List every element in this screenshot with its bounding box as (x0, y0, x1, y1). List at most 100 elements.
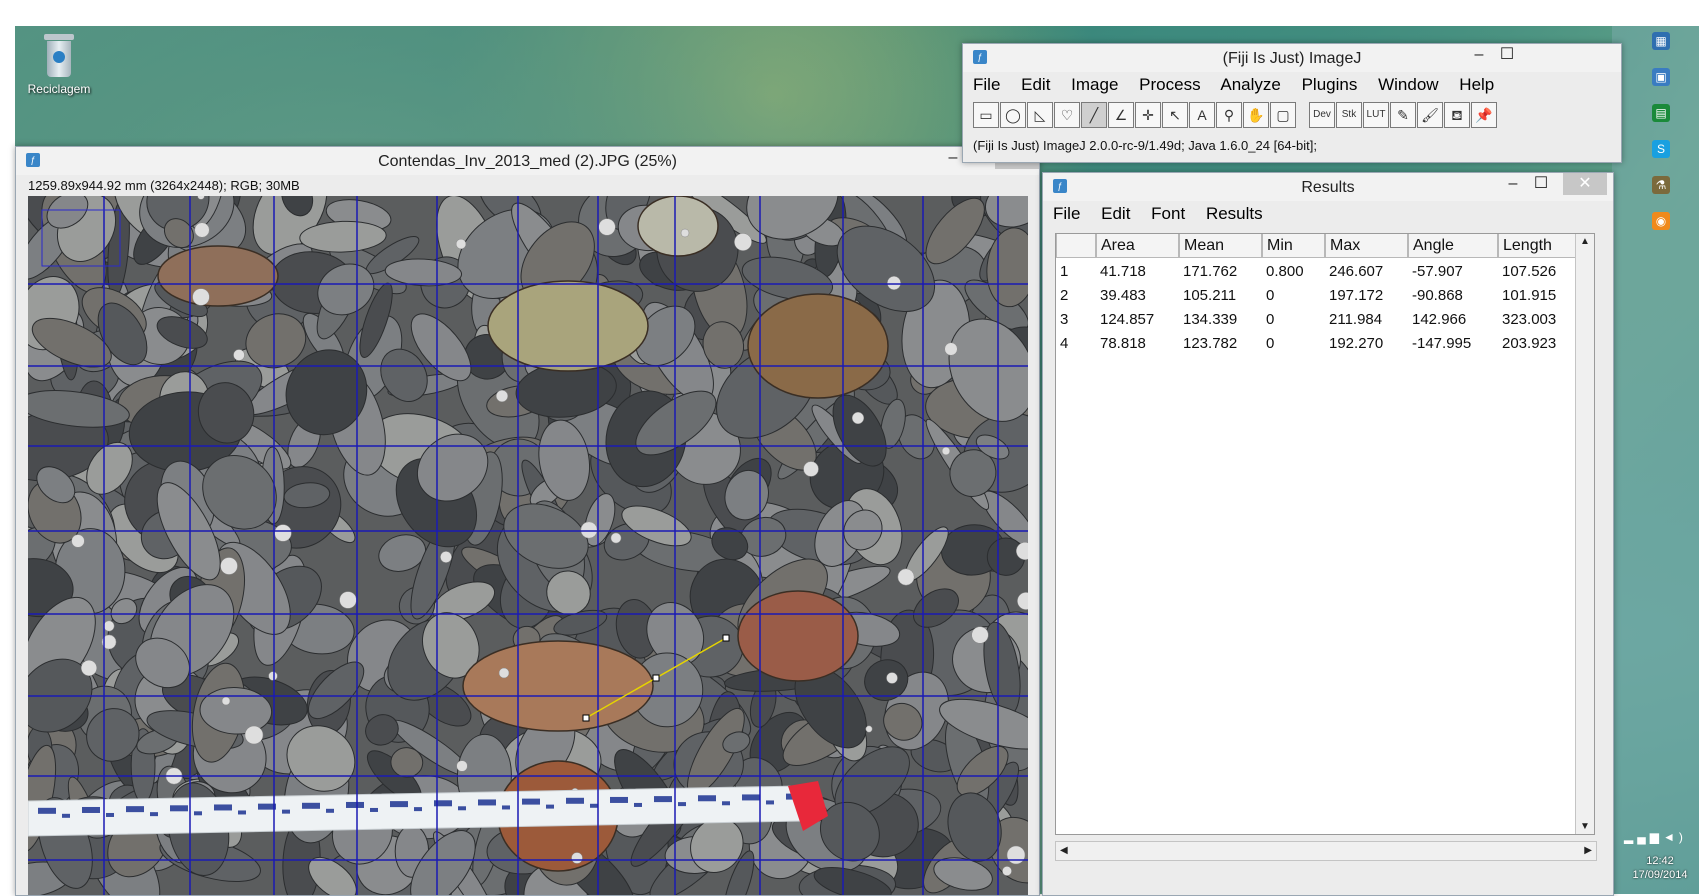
coloured-stone (462, 640, 654, 732)
shell-fragment (220, 557, 238, 575)
dev-tool-button[interactable]: Dev (1309, 102, 1335, 128)
desktop-app-icon[interactable]: ▣ (1652, 68, 1670, 86)
tape-mark (742, 794, 760, 801)
scroll-up-icon[interactable]: ▲ (1580, 236, 1590, 247)
scroll-down-icon[interactable]: ▼ (1580, 821, 1590, 832)
cell-length: 323.003 (1502, 311, 1557, 328)
imagej-title: (Fiji Is Just) ImageJ (1222, 50, 1362, 67)
network-icon[interactable]: ▂▄▆ (1624, 830, 1663, 844)
shell-fragment (339, 591, 357, 609)
polygon-tool-icon[interactable]: ◺ (1027, 102, 1053, 128)
table-row[interactable]: 2 39.483 105.211 0 197.172 -90.868 101.915 (1056, 284, 1576, 308)
minimize-button[interactable]: – (1499, 173, 1527, 195)
menu-window[interactable]: Window (1378, 75, 1438, 94)
wand-tool-icon[interactable]: ↖ (1162, 102, 1188, 128)
menu-plugins[interactable]: Plugins (1302, 75, 1358, 94)
system-tray[interactable]: ▂▄▆◄) (1624, 830, 1687, 844)
flood-fill-tool-icon[interactable]: ⛾ (1444, 102, 1470, 128)
table-row[interactable]: 1 41.718 171.762 0.800 246.607 -57.907 107.526 (1056, 260, 1576, 284)
cell-mean: 134.339 (1183, 311, 1238, 328)
cell-angle: 142.966 (1412, 311, 1467, 328)
cell-mean: 123.782 (1183, 335, 1238, 352)
text-tool-icon[interactable]: A (1189, 102, 1215, 128)
shell-fragment (498, 667, 510, 679)
shell-fragment (803, 461, 819, 477)
column-header-min[interactable]: Min (1262, 234, 1325, 258)
rectangle-tool-icon[interactable]: ▭ (973, 102, 999, 128)
stk-tool-button[interactable]: Stk (1336, 102, 1362, 128)
shell-fragment (865, 725, 873, 733)
tape-mark (282, 809, 290, 814)
shell-fragment (274, 524, 292, 542)
lut-tool-button[interactable]: LUT (1363, 102, 1389, 128)
tape-mark (766, 800, 774, 805)
fiji-taskbar-icon[interactable]: ⚗ (1652, 176, 1670, 194)
minimize-button[interactable]: – (1465, 44, 1493, 66)
angle-tool-icon[interactable]: ∠ (1108, 102, 1134, 128)
image-window[interactable]: ƒ Contendas_Inv_2013_med (2).JPG (25%) –… (15, 146, 1040, 896)
results-menu-font[interactable]: Font (1151, 204, 1185, 223)
line-tool-icon[interactable]: ╱ (1081, 102, 1107, 128)
imagej-titlebar[interactable]: ƒ (Fiji Is Just) ImageJ – ☐ (963, 44, 1621, 72)
maximize-button[interactable]: ☐ (1493, 44, 1521, 66)
image-window-titlebar[interactable]: ƒ Contendas_Inv_2013_med (2).JPG (25%) –… (16, 147, 1039, 175)
excel-icon[interactable]: ▤ (1652, 104, 1670, 122)
pebble-photo[interactable] (28, 196, 1028, 895)
oval-tool-icon[interactable]: ◯ (1000, 102, 1026, 128)
menu-edit[interactable]: Edit (1021, 75, 1050, 94)
menu-analyze[interactable]: Analyze (1220, 75, 1280, 94)
horizontal-scrollbar[interactable]: ◀ ▶ (1055, 841, 1597, 861)
shell-fragment (71, 534, 85, 548)
tape-mark (390, 801, 408, 808)
shell-fragment (455, 238, 467, 250)
column-header-area[interactable]: Area (1096, 234, 1179, 258)
selection-handle (722, 634, 730, 642)
cell-area: 41.718 (1100, 263, 1146, 280)
table-row[interactable]: 3 124.857 134.339 0 211.984 142.966 323.003 (1056, 308, 1576, 332)
freehand-tool-icon[interactable]: ♡ (1054, 102, 1080, 128)
zoom-tool-icon[interactable]: ⚲ (1216, 102, 1242, 128)
scroll-left-icon[interactable]: ◀ (1060, 845, 1068, 856)
column-header-index[interactable] (1056, 234, 1096, 258)
taskbar-clock[interactable]: 12:42 17/09/2014 (1620, 854, 1699, 882)
imagej-main-window[interactable]: ƒ (Fiji Is Just) ImageJ – ☐ File Edit Im… (962, 43, 1622, 163)
column-header-max[interactable]: Max (1325, 234, 1408, 258)
results-menu-file[interactable]: File (1053, 204, 1080, 223)
results-menu-edit[interactable]: Edit (1101, 204, 1130, 223)
camera-app-icon[interactable]: ◉ (1652, 212, 1670, 230)
menu-process[interactable]: Process (1139, 75, 1200, 94)
color-picker-icon[interactable]: ▢ (1270, 102, 1296, 128)
menu-file[interactable]: File (973, 75, 1000, 94)
start-icon[interactable]: ▦ (1652, 32, 1670, 50)
maximize-button[interactable]: ☐ (1527, 173, 1555, 195)
recycle-bin-shortcut[interactable]: Reciclagem (24, 34, 94, 96)
results-titlebar[interactable]: ƒ Results – ☐ ✕ (1043, 173, 1613, 201)
column-header-mean[interactable]: Mean (1179, 234, 1262, 258)
results-menu-results[interactable]: Results (1206, 204, 1263, 223)
coloured-stone (737, 590, 859, 682)
menu-image[interactable]: Image (1071, 75, 1118, 94)
image-canvas[interactable] (28, 196, 1028, 895)
results-table[interactable]: Area Mean Min Max Angle Length 1 41.718 17… (1055, 233, 1595, 835)
volume-icon[interactable]: ◄) (1663, 830, 1687, 844)
point-tool-icon[interactable]: ✛ (1135, 102, 1161, 128)
tape-mark (82, 806, 100, 813)
tape-mark (478, 799, 496, 806)
brush-tool-icon[interactable]: 🖌 (1417, 102, 1443, 128)
recycle-bin-icon (43, 34, 75, 78)
shell-fragment (734, 233, 752, 251)
close-button[interactable]: ✕ (1563, 173, 1607, 195)
skype-icon[interactable]: S (1652, 140, 1670, 158)
column-header-angle[interactable]: Angle (1408, 234, 1498, 258)
results-window[interactable]: ƒ Results – ☐ ✕ File Edit Font Results A… (1042, 172, 1614, 896)
pin-tool-icon[interactable]: 📌 (1471, 102, 1497, 128)
shell-fragment (598, 218, 616, 236)
hand-tool-icon[interactable]: ✋ (1243, 102, 1269, 128)
scroll-right-icon[interactable]: ▶ (1584, 845, 1592, 856)
shell-fragment (244, 725, 264, 745)
vertical-scrollbar[interactable]: ▲ ▼ (1575, 234, 1594, 834)
pencil-tool-icon[interactable]: ✎ (1390, 102, 1416, 128)
table-row[interactable]: 4 78.818 123.782 0 192.270 -147.995 203.923 (1056, 332, 1576, 356)
menu-help[interactable]: Help (1459, 75, 1494, 94)
tape-mark (590, 803, 598, 808)
